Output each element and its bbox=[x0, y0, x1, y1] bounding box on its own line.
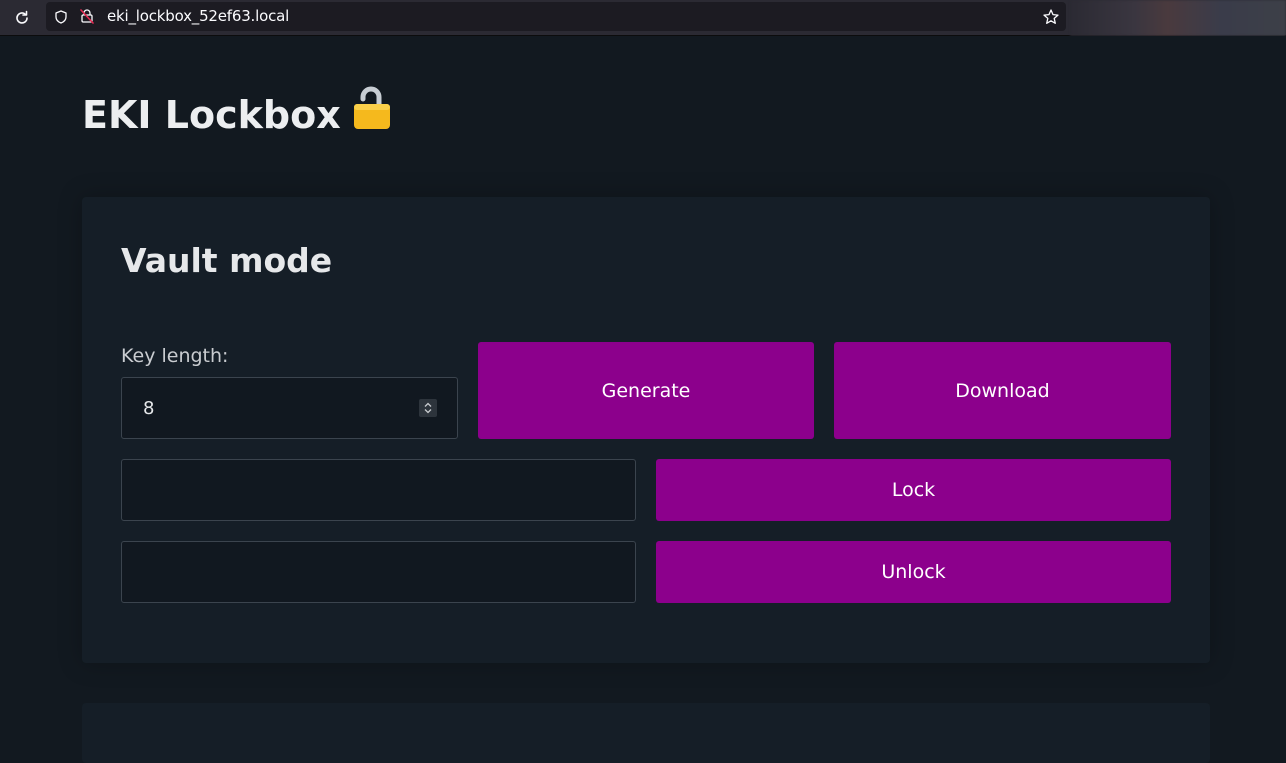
key-length-value: 8 bbox=[143, 398, 155, 419]
lock-button[interactable]: Lock bbox=[656, 459, 1171, 521]
stepper-icon[interactable] bbox=[419, 399, 437, 417]
insecure-lock-icon[interactable] bbox=[79, 8, 95, 24]
page-content: EKI Lockbox Vault mode Key length: 8 Gen… bbox=[0, 36, 1286, 763]
vault-card: Vault mode Key length: 8 Generate Downlo… bbox=[82, 197, 1210, 663]
vault-title: Vault mode bbox=[121, 241, 333, 280]
generate-button[interactable]: Generate bbox=[478, 342, 814, 439]
reload-icon[interactable] bbox=[12, 8, 32, 28]
star-icon[interactable] bbox=[1042, 8, 1060, 26]
secondary-card bbox=[82, 703, 1210, 763]
shield-icon[interactable] bbox=[54, 9, 68, 24]
download-button[interactable]: Download bbox=[834, 342, 1171, 439]
browser-toolbar: eki_lockbox_52ef63.local bbox=[0, 0, 1286, 36]
page-title-text: EKI Lockbox bbox=[82, 93, 341, 137]
key-length-input[interactable]: 8 bbox=[121, 377, 458, 439]
url-text[interactable]: eki_lockbox_52ef63.local bbox=[107, 7, 289, 25]
lock-text-input[interactable] bbox=[121, 459, 636, 521]
toolbar-extensions-area bbox=[1070, 0, 1286, 36]
unlock-button[interactable]: Unlock bbox=[656, 541, 1171, 603]
key-length-label: Key length: bbox=[121, 345, 229, 367]
address-bar[interactable]: eki_lockbox_52ef63.local bbox=[46, 2, 1066, 31]
page-title: EKI Lockbox bbox=[82, 84, 391, 139]
unlocked-lock-icon bbox=[353, 84, 391, 139]
unlock-text-input[interactable] bbox=[121, 541, 636, 603]
